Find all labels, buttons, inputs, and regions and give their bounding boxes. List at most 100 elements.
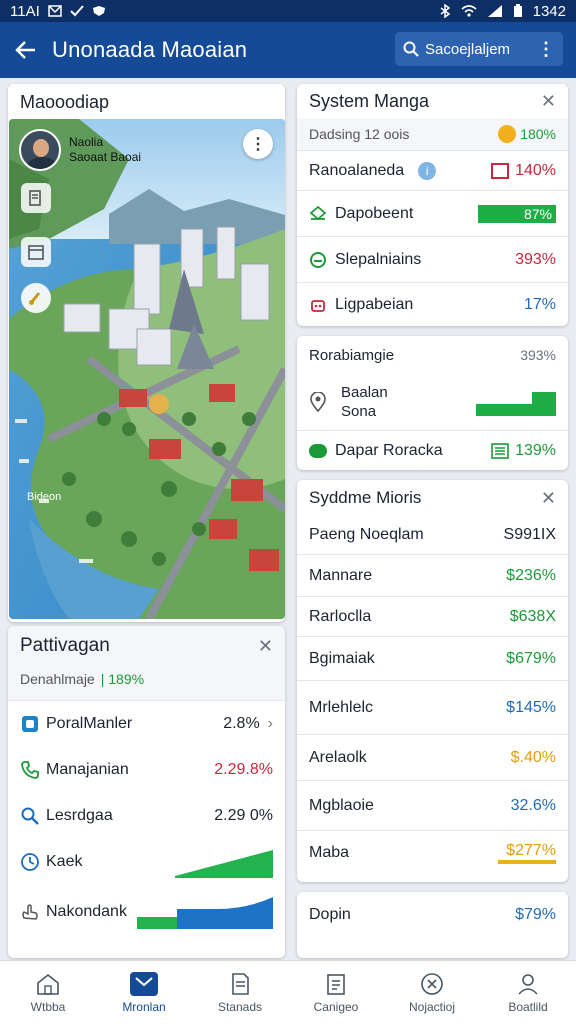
map-tool-brush[interactable] bbox=[21, 283, 51, 313]
search-label: Sacoejlaljem bbox=[425, 40, 511, 58]
layers-green-icon bbox=[309, 205, 327, 220]
metric-row[interactable]: Mrlehlelc $145% bbox=[297, 680, 568, 734]
stats-card-title: Rorabiamgie bbox=[309, 346, 395, 364]
more-options-icon[interactable]: ⋮ bbox=[537, 39, 555, 60]
system-row-label: Ligpabeian bbox=[335, 295, 414, 313]
calendar-icon bbox=[28, 245, 44, 260]
nav-item-notifications[interactable]: Nojactioj bbox=[384, 961, 480, 1024]
nav-label: Mronlan bbox=[122, 999, 166, 1014]
status-time: 1342 bbox=[532, 2, 566, 20]
stats-row-label: Dapar Roracka bbox=[335, 441, 443, 459]
metric-row[interactable]: Maba $277% bbox=[297, 830, 568, 874]
metric-row-value: $638X bbox=[509, 607, 556, 625]
metric-row[interactable]: Mgblaoie 32.6% bbox=[297, 780, 568, 830]
metric-row-label: Mannare bbox=[309, 566, 373, 584]
nav-item-profile[interactable]: Boatlild bbox=[480, 961, 576, 1024]
metric-row-label: Bgimaiak bbox=[309, 649, 375, 667]
extra-row-value: $79% bbox=[515, 906, 556, 923]
metric-row-value: $236% bbox=[506, 566, 556, 584]
pattern-card-header: Pattivagan ✕ bbox=[8, 626, 285, 666]
system-badge-value: 180% bbox=[520, 126, 556, 142]
close-icon[interactable]: ✕ bbox=[541, 91, 556, 112]
system-card-header: System Manga ✕ bbox=[297, 84, 568, 118]
map-tool-layers[interactable] bbox=[21, 183, 51, 213]
battery-icon bbox=[513, 4, 522, 17]
system-row-label: Dapobeent bbox=[335, 204, 414, 222]
map-tool-calendar[interactable] bbox=[21, 237, 51, 267]
pattern-row[interactable]: Kaek bbox=[8, 839, 285, 885]
list-icon bbox=[491, 442, 509, 459]
area-chart bbox=[137, 897, 273, 929]
clipboard-icon bbox=[327, 973, 345, 995]
metric-row-label: Paeng Noeqlam bbox=[309, 526, 424, 543]
nav-label: Canigeo bbox=[313, 999, 359, 1014]
chevron-right-icon: › bbox=[267, 715, 273, 732]
profile-badge[interactable]: Naolia Saoaat Baoai bbox=[19, 129, 141, 171]
system-row[interactable]: Slepalniains 393% bbox=[297, 236, 568, 282]
mail-status-icon bbox=[48, 5, 62, 17]
system-row[interactable]: Ranoalaneda i 140% bbox=[297, 150, 568, 190]
extra-card: Dopin $79% bbox=[297, 892, 568, 958]
pattern-row-label: Nakondank bbox=[46, 903, 127, 920]
system-row[interactable]: Dapobeent 87% bbox=[297, 190, 568, 236]
system-row-bar: 87% bbox=[478, 204, 556, 223]
back-button[interactable] bbox=[0, 22, 52, 78]
map-more-button[interactable]: ⋮ bbox=[243, 129, 273, 159]
extra-row[interactable]: Dopin $79% bbox=[297, 892, 568, 938]
system-card: System Manga ✕ Dadsing 12 oois 180% Rano… bbox=[297, 84, 568, 326]
close-icon[interactable]: ✕ bbox=[541, 488, 556, 509]
metric-row-label: Rarloclla bbox=[309, 607, 372, 625]
system-row[interactable]: Ligpabeian 17% bbox=[297, 282, 568, 326]
nav-item-messages[interactable]: Mronlan bbox=[96, 961, 192, 1024]
x-circle-icon bbox=[421, 972, 443, 995]
nav-item-standards[interactable]: Stanads bbox=[192, 961, 288, 1024]
pattern-row-value: 2.29 0% bbox=[214, 807, 273, 824]
metric-row[interactable]: Paeng Noeqlam S991IX bbox=[297, 516, 568, 554]
metrics-card-header: Syddme Mioris ✕ bbox=[297, 480, 568, 516]
nav-label: Wtbba bbox=[30, 999, 66, 1014]
pattern-row-label: Kaek bbox=[46, 853, 83, 870]
pattern-card: Pattivagan ✕ Denahlmaje | 189% PoralManl… bbox=[8, 626, 285, 958]
nav-item-home[interactable]: Wtbba bbox=[0, 961, 96, 1024]
search-box[interactable]: Sacoejlaljem ⋮ bbox=[395, 32, 563, 66]
close-icon[interactable]: ✕ bbox=[258, 636, 273, 657]
pattern-subtitle-value: | 189% bbox=[100, 671, 145, 687]
city-map[interactable]: Naolia Saoaat Baoai ⋮ Bideon bbox=[9, 119, 285, 619]
avatar bbox=[19, 129, 61, 171]
pattern-row[interactable]: PoralManler 2.8% › bbox=[8, 701, 285, 747]
metric-row-value: $679% bbox=[506, 649, 556, 667]
stats-row[interactable]: Dapar Roracka 139% bbox=[297, 430, 568, 470]
system-card-title: System Manga bbox=[309, 90, 430, 111]
nav-label: Nojactioj bbox=[408, 999, 456, 1014]
clock-icon bbox=[21, 853, 39, 871]
pattern-subtitle: Denahlmaje | 189% bbox=[8, 666, 285, 692]
pattern-row[interactable]: Nakondank bbox=[8, 885, 285, 939]
stats-row[interactable]: Baalan Sona bbox=[297, 374, 568, 430]
nav-label: Stanads bbox=[217, 999, 263, 1014]
pattern-card-title: Pattivagan bbox=[20, 635, 110, 656]
metric-row[interactable]: Rarloclla $638X bbox=[297, 596, 568, 636]
metric-row[interactable]: Arelaolk $.40% bbox=[297, 734, 568, 780]
trend-chart bbox=[175, 850, 273, 878]
stats-row-line2: Sona bbox=[341, 403, 377, 420]
layers-icon bbox=[29, 190, 41, 206]
metric-row-value: $.40% bbox=[510, 748, 556, 766]
check-status-icon bbox=[70, 5, 84, 17]
nav-item-category[interactable]: Canigeo bbox=[288, 961, 384, 1024]
metric-row-label: Mgblaoie bbox=[309, 796, 374, 814]
phone-icon bbox=[21, 761, 39, 779]
stats-card-value: 393% bbox=[520, 347, 556, 363]
extra-row-label: Dopin bbox=[309, 906, 351, 923]
cloud-icon bbox=[310, 251, 326, 268]
signal-icon bbox=[487, 5, 502, 17]
metric-row[interactable]: Bgimaiak $679% bbox=[297, 636, 568, 680]
pattern-row-value: 2.29.8% bbox=[214, 761, 273, 778]
pattern-row[interactable]: Manajanian 2.29.8% bbox=[8, 747, 285, 793]
pattern-row[interactable]: Lesrdgaa 2.29 0% bbox=[8, 793, 285, 839]
map-card-header: Maooodiap bbox=[8, 84, 285, 118]
metric-row[interactable]: Mannare $236% bbox=[297, 554, 568, 596]
location-pin-icon bbox=[310, 392, 326, 412]
wifi-icon bbox=[461, 5, 477, 17]
system-subtitle-label: Dadsing 12 oois bbox=[309, 126, 410, 142]
system-row-label: Ranoalaneda bbox=[309, 161, 405, 179]
